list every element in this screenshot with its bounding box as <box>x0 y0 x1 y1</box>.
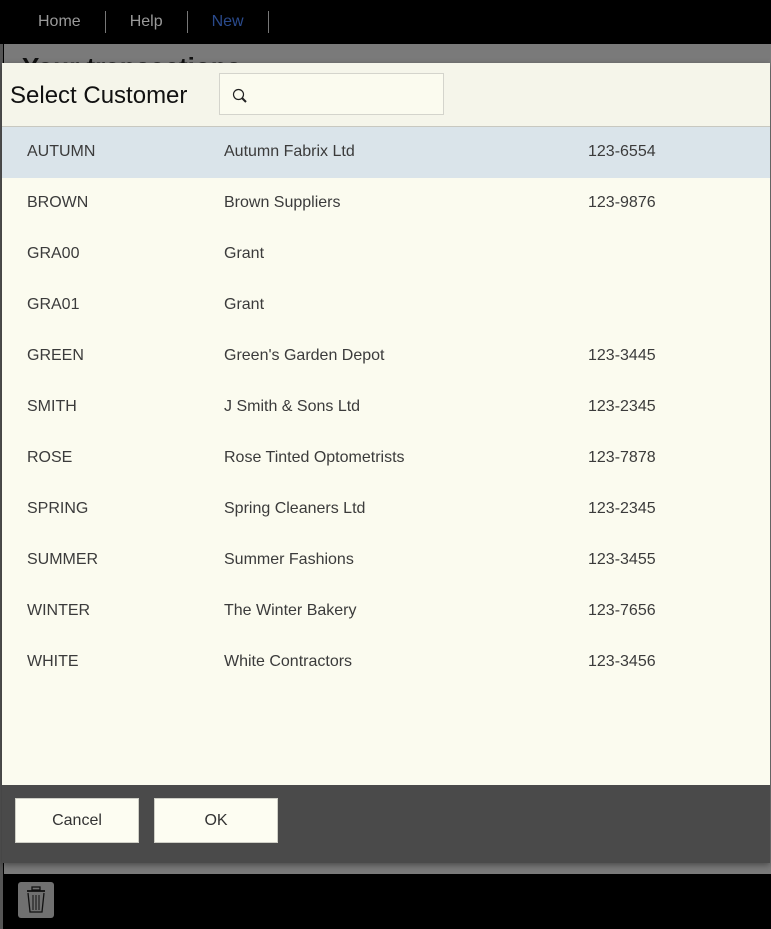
customer-name: White Contractors <box>224 653 353 670</box>
customer-name: The Winter Bakery <box>224 602 357 619</box>
customer-phone: 123-3445 <box>588 347 656 364</box>
customer-list: AUTUMN Autumn Fabrix Ltd 123-6554 BROWN Brow… <box>2 127 770 688</box>
customer-code: ROSE <box>27 449 73 466</box>
customer-row[interactable]: AUTUMN Autumn Fabrix Ltd 123-6554 <box>2 127 770 178</box>
customer-phone: 123-9876 <box>588 194 656 211</box>
dialog-header: Select Customer <box>2 63 770 127</box>
customer-code: SPRING <box>27 500 89 517</box>
customer-code: SMITH <box>27 398 77 415</box>
search-icon <box>232 88 247 103</box>
search-input[interactable] <box>254 74 443 116</box>
trash-icon <box>27 886 45 913</box>
customer-row[interactable]: GRA00 Grant <box>2 229 770 280</box>
customer-phone: 123-3455 <box>588 551 656 568</box>
bottom-toolbar <box>4 874 771 924</box>
dialog-footer: Cancel OK <box>2 785 770 863</box>
nav-new[interactable]: New <box>188 11 269 33</box>
customer-row[interactable]: WHITE White Contractors 123-3456 <box>2 637 770 688</box>
customer-name: Autumn Fabrix Ltd <box>224 143 355 160</box>
customer-phone: 123-7878 <box>588 449 656 466</box>
customer-row[interactable]: ROSE Rose Tinted Optometrists 123-7878 <box>2 433 770 484</box>
customer-code: WHITE <box>27 653 79 670</box>
customer-code: GRA00 <box>27 245 80 262</box>
customer-code: BROWN <box>27 194 89 211</box>
customer-code: SUMMER <box>27 551 99 568</box>
customer-name: Green's Garden Depot <box>224 347 385 364</box>
customer-name: Brown Suppliers <box>224 194 341 211</box>
customer-name: Summer Fashions <box>224 551 354 568</box>
nav-help[interactable]: Help <box>106 11 188 33</box>
top-nav-bar: Home Help New <box>0 0 771 44</box>
customer-name: Spring Cleaners Ltd <box>224 500 366 517</box>
nav-home[interactable]: Home <box>0 11 106 33</box>
customer-phone: 123-6554 <box>588 143 656 160</box>
customer-name: Grant <box>224 296 265 313</box>
cancel-button[interactable]: Cancel <box>15 798 139 843</box>
customer-row[interactable]: WINTER The Winter Bakery 123-7656 <box>2 586 770 637</box>
customer-row[interactable]: GREEN Green's Garden Depot 123-3445 <box>2 331 770 382</box>
dialog-title: Select Customer <box>10 82 188 109</box>
customer-phone: 123-3456 <box>588 653 656 670</box>
customer-name: J Smith & Sons Ltd <box>224 398 361 415</box>
delete-button[interactable] <box>18 882 54 918</box>
customer-phone: 123-2345 <box>588 500 656 517</box>
customer-code: GRA01 <box>27 296 80 313</box>
customer-row[interactable]: SUMMER Summer Fashions 123-3455 <box>2 535 770 586</box>
customer-phone: 123-2345 <box>588 398 656 415</box>
customer-row[interactable]: SMITH J Smith & Sons Ltd 123-2345 <box>2 382 770 433</box>
ok-button[interactable]: OK <box>154 798 278 843</box>
customer-row[interactable]: GRA01 Grant <box>2 280 770 331</box>
customer-code: WINTER <box>27 602 91 619</box>
customer-row[interactable]: SPRING Spring Cleaners Ltd 123-2345 <box>2 484 770 535</box>
customer-code: GREEN <box>27 347 84 364</box>
customer-name: Rose Tinted Optometrists <box>224 449 405 466</box>
customer-row[interactable]: BROWN Brown Suppliers 123-9876 <box>2 178 770 229</box>
select-customer-dialog: Select Customer AUTUMN Autumn Fabrix Ltd 1… <box>2 63 770 863</box>
customer-phone: 123-7656 <box>588 602 656 619</box>
customer-name: Grant <box>224 245 265 262</box>
search-box[interactable] <box>219 73 444 116</box>
customer-code: AUTUMN <box>27 143 96 160</box>
